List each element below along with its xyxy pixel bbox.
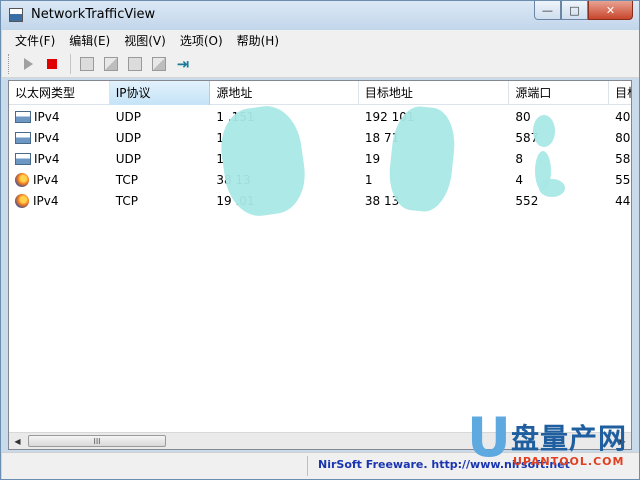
table-row[interactable]: IPv4 TCP 19 .01 38 13 552 443 [9, 190, 631, 211]
properties-button[interactable] [124, 53, 146, 75]
type-text: IPv4 [33, 172, 59, 187]
stop-capture-button[interactable] [41, 53, 63, 75]
copy-icon [104, 56, 118, 71]
cell-protocol: UDP [115, 109, 141, 124]
toolbar-grip[interactable] [8, 53, 11, 74]
save-button[interactable] [76, 53, 98, 75]
cell-source-port: 80 [515, 109, 531, 124]
title-bar[interactable]: NetworkTrafficView — □ ✕ [1, 1, 639, 30]
cell-destination-port: 402 [615, 109, 631, 124]
status-separator [307, 456, 308, 476]
column-destination-address[interactable]: 目标地址 [359, 81, 510, 105]
cell-type: IPv4 [9, 172, 110, 187]
menu-help[interactable]: 帮助(H) [230, 32, 286, 49]
window-controls: — □ ✕ [534, 1, 633, 21]
play-icon [23, 57, 33, 70]
save-icon [80, 56, 94, 71]
cell-source-port: 8 [515, 151, 524, 166]
properties-icon [128, 56, 142, 71]
column-ethernet-type[interactable]: 以太网类型 [9, 81, 110, 105]
menu-view[interactable]: 视图(V) [117, 32, 173, 49]
firefox-icon [15, 172, 29, 187]
exit-button[interactable]: ⇥ [172, 53, 194, 75]
cell-source-port: 552 [515, 193, 539, 208]
redaction-mark [539, 179, 565, 197]
app-icon [9, 8, 23, 22]
traffic-list[interactable]: 以太网类型 IP协议 源地址 目标地址 源端口 目标 IPv4 UDP 1 .1… [8, 80, 632, 450]
column-source-port[interactable]: 源端口 [509, 81, 610, 105]
cell-destination-port: 587 [615, 151, 631, 166]
watermark-domain-text: UPANTOOL.COM [513, 455, 625, 468]
list-header: 以太网类型 IP协议 源地址 目标地址 源端口 目标 [9, 81, 631, 105]
toolbar: ⇥ [2, 50, 639, 78]
menu-edit[interactable]: 编辑(E) [62, 32, 117, 49]
network-adapter-icon [15, 131, 31, 144]
toolbar-separator [70, 53, 71, 74]
cell-type: IPv4 [9, 110, 110, 124]
app-window: NetworkTrafficView — □ ✕ 文件(F) 编辑(E) 视图(… [0, 0, 640, 480]
scroll-left-icon[interactable]: ◀ [9, 433, 26, 449]
type-text: IPv4 [34, 130, 60, 145]
menu-options[interactable]: 选项(O) [173, 32, 230, 49]
close-button[interactable]: ✕ [588, 1, 633, 20]
cell-protocol: TCP [115, 172, 138, 187]
cell-protocol: UDP [115, 130, 141, 145]
html-report-icon [152, 56, 166, 71]
menu-bar: 文件(F) 编辑(E) 视图(V) 选项(O) 帮助(H) [2, 30, 639, 50]
cell-destination-port: 443 [615, 193, 631, 208]
cell-protocol: UDP [115, 151, 141, 166]
type-text: IPv4 [34, 151, 60, 166]
exit-icon: ⇥ [176, 54, 190, 73]
start-capture-button[interactable] [17, 53, 39, 75]
cell-type: IPv4 [9, 152, 110, 166]
minimize-button[interactable]: — [534, 1, 561, 20]
column-destination-port[interactable]: 目标 [609, 81, 631, 105]
column-source-address[interactable]: 源地址 [210, 81, 359, 105]
network-adapter-icon [15, 110, 31, 123]
watermark-logo-letter: U [467, 406, 511, 469]
cell-type: IPv4 [9, 193, 110, 208]
window-title: NetworkTrafficView [31, 7, 156, 22]
network-adapter-icon [15, 152, 31, 165]
column-ip-protocol[interactable]: IP协议 [109, 81, 211, 105]
cell-type: IPv4 [9, 131, 110, 145]
cell-destination-port: 800 [615, 130, 631, 145]
cell-destination-port: 552 [615, 172, 631, 187]
stop-icon [47, 58, 57, 69]
type-text: IPv4 [33, 193, 59, 208]
scrollbar-thumb[interactable]: III [28, 435, 166, 447]
cell-source-port: 587 [515, 130, 539, 145]
maximize-button[interactable]: □ [561, 1, 588, 20]
html-report-button[interactable] [148, 53, 170, 75]
copy-button[interactable] [100, 53, 122, 75]
menu-file[interactable]: 文件(F) [8, 32, 62, 49]
watermark-chinese-text: 盘量产网 [511, 422, 628, 455]
firefox-icon [15, 193, 29, 208]
upantool-watermark: U 盘量产网 UPANTOOL.COM [467, 411, 637, 477]
cell-protocol: TCP [115, 193, 138, 208]
type-text: IPv4 [34, 109, 60, 124]
redaction-mark [533, 115, 555, 147]
